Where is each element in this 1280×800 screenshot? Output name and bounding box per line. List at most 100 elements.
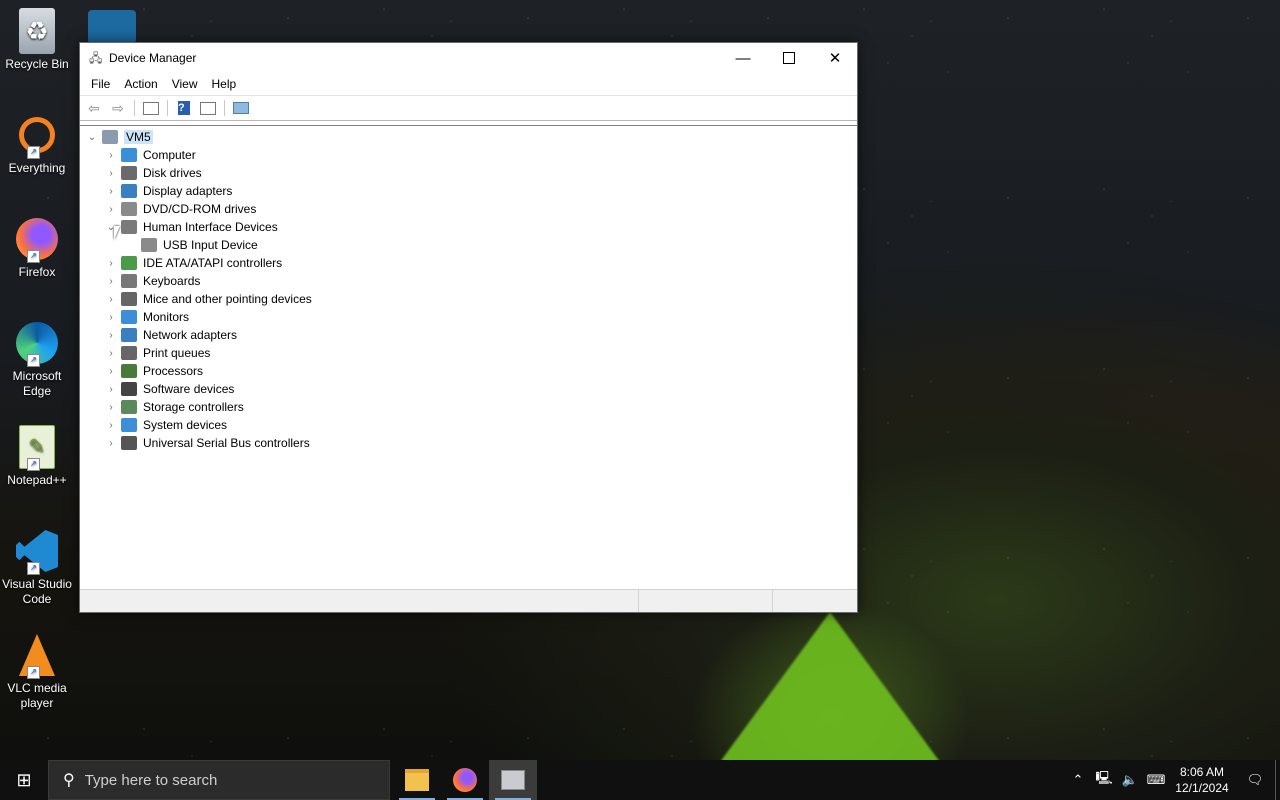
chevron-right-icon[interactable]: › bbox=[105, 438, 117, 449]
desktop-icon-edge[interactable]: ↗ Microsoft Edge bbox=[0, 320, 74, 399]
window-title: Device Manager bbox=[109, 51, 197, 65]
chevron-right-icon[interactable]: › bbox=[105, 150, 117, 161]
search-icon: ⚲ bbox=[63, 772, 75, 789]
tree-item-label: Disk drives bbox=[143, 166, 202, 180]
tree-item-label: System devices bbox=[143, 418, 228, 432]
tree-item-label: Monitors bbox=[143, 310, 190, 324]
tree-category-item[interactable]: › Mice and other pointing devices bbox=[105, 290, 312, 308]
tree-item-label: USB Input Device bbox=[163, 238, 258, 252]
taskbar-file-explorer[interactable] bbox=[393, 760, 441, 800]
network-icon[interactable]: 🖳 bbox=[1091, 769, 1117, 791]
volume-muted-icon[interactable]: 🔈 bbox=[1117, 772, 1143, 788]
minimize-button[interactable]: — bbox=[720, 43, 766, 73]
forward-button[interactable]: ⇨ bbox=[108, 99, 128, 117]
toolbar-separator bbox=[224, 100, 225, 116]
desktop-icon-recycle-bin[interactable]: ♻ Recycle Bin bbox=[0, 8, 74, 72]
tree-category-item[interactable]: › Print queues bbox=[105, 344, 210, 362]
recycle-bin-icon: ♻ bbox=[19, 8, 55, 54]
tree-device-item[interactable]: USB Input Device bbox=[141, 236, 258, 254]
close-button[interactable]: ✕ bbox=[812, 43, 858, 73]
taskbar: ⊞ ⚲ Type here to search ⌃ 🖳 🔈 ⌨ 8:06 AM … bbox=[0, 760, 1280, 800]
chevron-right-icon[interactable]: › bbox=[105, 276, 117, 287]
back-icon: ⇦ bbox=[88, 99, 100, 116]
tree-item-label: DVD/CD-ROM drives bbox=[143, 202, 257, 216]
desktop-icon-notepadpp[interactable]: ✎ ↗ Notepad++ bbox=[0, 424, 74, 488]
properties-button[interactable] bbox=[141, 99, 161, 117]
tree-item-label: Display adapters bbox=[143, 184, 233, 198]
desktop-icon-firefox[interactable]: ↗ Firefox bbox=[0, 216, 74, 280]
chevron-right-icon[interactable]: › bbox=[105, 186, 117, 197]
show-desktop-button[interactable] bbox=[1275, 760, 1280, 800]
tree-root-node[interactable]: ⌄ VM5 bbox=[86, 128, 153, 146]
desktop-icon-everything[interactable]: ↗ Everything bbox=[0, 112, 74, 176]
device-category-icon bbox=[121, 274, 137, 288]
close-icon: ✕ bbox=[828, 50, 842, 67]
desktop-icon-vlc[interactable]: ↗ VLC media player bbox=[0, 632, 74, 711]
chevron-right-icon[interactable]: › bbox=[105, 402, 117, 413]
menu-file[interactable]: File bbox=[84, 77, 117, 91]
tree-category-item[interactable]: › Universal Serial Bus controllers bbox=[105, 434, 310, 452]
menu-action[interactable]: Action bbox=[117, 77, 164, 91]
chevron-right-icon[interactable]: › bbox=[105, 330, 117, 341]
device-category-icon bbox=[121, 328, 137, 342]
device-category-icon bbox=[121, 382, 137, 396]
vlc-cone-icon: ↗ bbox=[14, 632, 60, 679]
tree-category-item[interactable]: › Computer bbox=[105, 146, 196, 164]
tree-category-item[interactable]: › IDE ATA/ATAPI controllers bbox=[105, 254, 282, 272]
chevron-right-icon[interactable]: › bbox=[105, 312, 117, 323]
title-bar[interactable]: 🖧 Device Manager — ✕ bbox=[80, 43, 857, 73]
tree-category-item[interactable]: › Storage controllers bbox=[105, 398, 244, 416]
tree-category-item[interactable]: › DVD/CD-ROM drives bbox=[105, 200, 256, 218]
edge-icon: ↗ bbox=[14, 320, 60, 367]
notification-center-icon[interactable]: 🗨 bbox=[1235, 772, 1275, 788]
scan-hardware-button[interactable] bbox=[231, 99, 251, 117]
tree-category-item[interactable]: ⌄ Human Interface Devices bbox=[105, 218, 278, 236]
device-category-icon bbox=[121, 400, 137, 414]
taskbar-firefox[interactable] bbox=[441, 760, 489, 800]
update-driver-button[interactable] bbox=[198, 99, 218, 117]
tree-category-item[interactable]: › Monitors bbox=[105, 308, 189, 326]
menu-view[interactable]: View bbox=[165, 77, 205, 91]
tree-category-item[interactable]: › Network adapters bbox=[105, 326, 237, 344]
tree-category-item[interactable]: › Processors bbox=[105, 362, 203, 380]
chevron-right-icon[interactable]: › bbox=[105, 366, 117, 377]
computer-root-icon bbox=[102, 130, 118, 144]
tree-category-item[interactable]: › System devices bbox=[105, 416, 227, 434]
clock[interactable]: 8:06 AM 12/1/2024 bbox=[1169, 764, 1235, 796]
status-cell-3 bbox=[772, 590, 857, 612]
chevron-right-icon[interactable]: › bbox=[105, 204, 117, 215]
minimize-icon: — bbox=[735, 49, 751, 67]
chevron-right-icon[interactable]: › bbox=[105, 420, 117, 431]
shortcut-arrow-icon: ↗ bbox=[27, 458, 40, 471]
shortcut-arrow-icon: ↗ bbox=[27, 666, 40, 679]
help-button[interactable]: ? bbox=[174, 99, 194, 117]
show-hidden-icons-button[interactable]: ⌃ bbox=[1065, 772, 1091, 788]
tree-item-label: Keyboards bbox=[143, 274, 201, 288]
menu-bar: File Action View Help bbox=[80, 73, 857, 95]
tree-category-item[interactable]: › Disk drives bbox=[105, 164, 202, 182]
tree-item-label: Software devices bbox=[143, 382, 235, 396]
maximize-button[interactable] bbox=[766, 43, 812, 73]
chevron-right-icon[interactable]: › bbox=[105, 168, 117, 179]
start-button[interactable]: ⊞ bbox=[0, 760, 48, 800]
desktop-icon-vscode[interactable]: ↗ Visual Studio Code bbox=[0, 528, 74, 607]
chevron-right-icon[interactable]: › bbox=[105, 384, 117, 395]
keyboard-icon[interactable]: ⌨ bbox=[1143, 772, 1169, 788]
status-cell-2 bbox=[638, 590, 772, 612]
taskbar-device-manager[interactable] bbox=[489, 760, 537, 800]
device-category-icon bbox=[121, 256, 137, 270]
chevron-right-icon[interactable]: › bbox=[105, 258, 117, 269]
chevron-right-icon[interactable]: › bbox=[105, 348, 117, 359]
chevron-right-icon[interactable]: › bbox=[105, 294, 117, 305]
menu-help[interactable]: Help bbox=[205, 77, 244, 91]
properties-icon bbox=[143, 101, 159, 115]
tree-category-item[interactable]: › Keyboards bbox=[105, 272, 200, 290]
tree-category-item[interactable]: › Display adapters bbox=[105, 182, 232, 200]
back-button[interactable]: ⇦ bbox=[84, 99, 104, 117]
tree-category-item[interactable]: › Software devices bbox=[105, 380, 234, 398]
status-cell-main bbox=[80, 590, 638, 612]
taskbar-search-box[interactable]: ⚲ Type here to search bbox=[48, 760, 390, 800]
search-placeholder: Type here to search bbox=[84, 771, 218, 789]
device-category-icon bbox=[121, 418, 137, 432]
status-bar bbox=[80, 589, 857, 612]
